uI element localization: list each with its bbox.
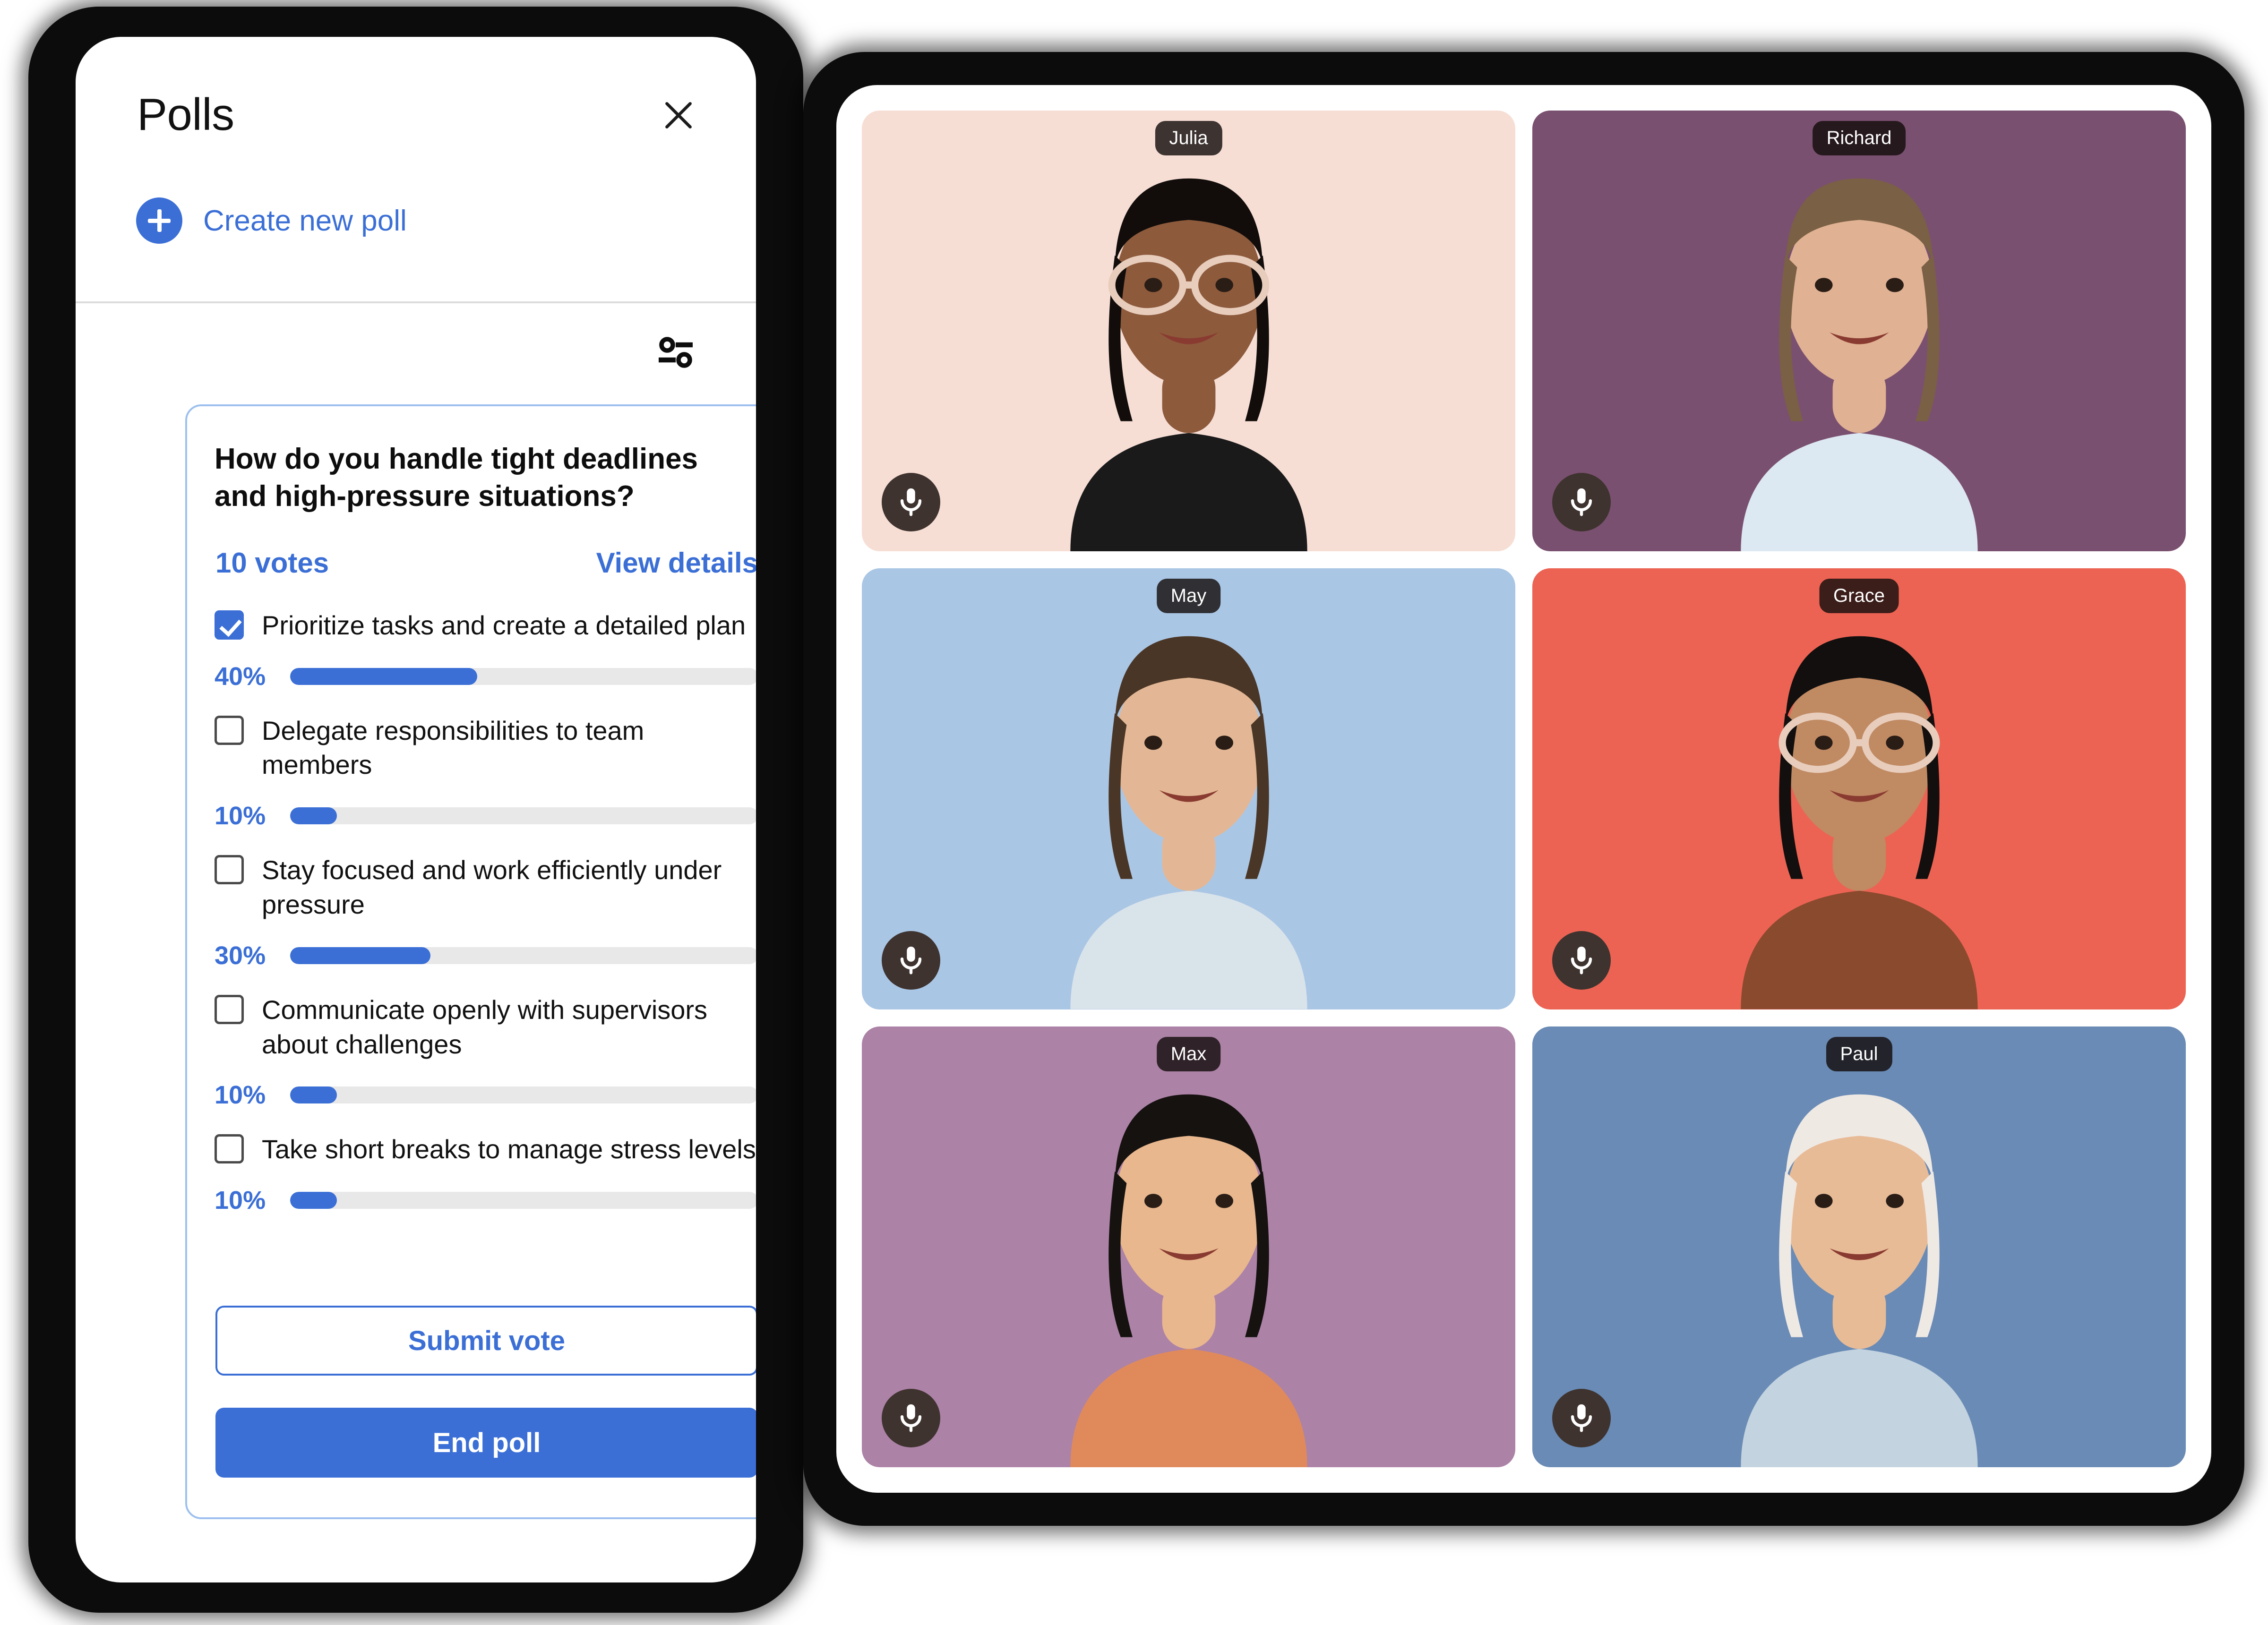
header-divider <box>76 301 756 303</box>
avatar <box>1740 636 1978 1009</box>
progress-fill <box>290 807 337 825</box>
option-result-bar: 30% <box>215 941 756 970</box>
option-checkbox[interactable] <box>215 610 244 640</box>
polls-panel: Polls Create new poll How do you handle … <box>76 37 756 1582</box>
participant-tile[interactable]: Julia <box>862 111 1515 552</box>
participant-grid: Julia Richard May Grace Max Paul <box>862 111 2186 1467</box>
participant-name-badge: Paul <box>1826 1036 1892 1071</box>
poll-option: Take short breaks to manage stress level… <box>215 1110 756 1215</box>
progress-fill <box>290 947 430 964</box>
option-checkbox[interactable] <box>215 715 244 745</box>
filter-sliders-icon <box>659 337 693 368</box>
view-details-link[interactable]: View details <box>596 547 756 579</box>
poll-option: Communicate openly with supervisors abou… <box>215 970 756 1110</box>
progress-fill <box>290 1086 337 1104</box>
submit-vote-button[interactable]: Submit vote <box>215 1306 756 1376</box>
progress-fill <box>290 1192 337 1209</box>
create-new-poll-label: Create new poll <box>203 204 407 237</box>
poll-question: How do you handle tight deadlines and hi… <box>215 443 698 513</box>
right-device-frame: Julia Richard May Grace Max Paul <box>803 52 2244 1526</box>
option-checkbox[interactable] <box>215 994 244 1024</box>
mute-toggle-button[interactable] <box>882 1388 940 1447</box>
mute-toggle-button[interactable] <box>882 931 940 990</box>
microphone-icon <box>1571 946 1592 975</box>
microphone-icon <box>1571 1404 1592 1432</box>
left-device-frame: Polls Create new poll How do you handle … <box>28 7 803 1613</box>
avatar <box>1070 636 1307 1009</box>
poll-option: Prioritize tasks and create a detailed p… <box>215 608 756 691</box>
option-percent: 30% <box>215 941 266 970</box>
option-label: Prioritize tasks and create a detailed p… <box>262 610 746 640</box>
participant-tile[interactable]: Grace <box>1532 568 2186 1009</box>
close-button[interactable] <box>657 94 700 137</box>
microphone-icon <box>900 946 922 975</box>
option-percent: 40% <box>215 662 266 691</box>
option-label: Take short breaks to manage stress level… <box>262 1134 756 1164</box>
progress-track <box>290 807 756 825</box>
poll-options-list: Prioritize tasks and create a detailed p… <box>187 608 756 1215</box>
poll-filter-button[interactable] <box>647 324 704 381</box>
option-result-bar: 10% <box>215 1186 756 1215</box>
progress-fill <box>290 667 477 685</box>
close-icon <box>665 102 692 128</box>
option-percent: 10% <box>215 802 266 830</box>
option-label: Delegate responsibilities to team member… <box>262 715 644 780</box>
participant-name-badge: Julia <box>1155 121 1222 155</box>
microphone-icon <box>900 488 922 516</box>
participant-tile[interactable]: May <box>862 568 1515 1009</box>
poll-meta: 10 votes View details <box>215 547 756 579</box>
participant-name-badge: Max <box>1156 1036 1221 1071</box>
end-poll-button[interactable]: End poll <box>215 1408 756 1478</box>
participant-name-badge: Richard <box>1812 121 1906 155</box>
progress-track <box>290 667 756 685</box>
progress-track <box>290 947 756 964</box>
option-result-bar: 10% <box>215 801 756 830</box>
poll-card: How do you handle tight deadlines and hi… <box>185 404 756 1519</box>
option-checkbox[interactable] <box>215 1134 244 1164</box>
avatar <box>1740 178 1978 552</box>
option-checkbox[interactable] <box>215 855 244 885</box>
option-result-bar: 40% <box>215 662 756 691</box>
poll-option: Stay focused and work efficiently under … <box>215 830 756 970</box>
participant-name-badge: May <box>1156 579 1221 614</box>
poll-option: Delegate responsibilities to team member… <box>215 691 756 831</box>
avatar <box>1740 1094 1978 1467</box>
avatar <box>1070 1094 1307 1467</box>
video-call-panel: Julia Richard May Grace Max Paul <box>836 85 2211 1493</box>
votes-count: 10 votes <box>215 547 329 579</box>
microphone-icon <box>1571 488 1592 516</box>
screenshot-root: Polls Create new poll How do you handle … <box>0 0 2268 1625</box>
polls-header: Polls <box>76 37 756 155</box>
participant-name-badge: Grace <box>1819 579 1899 614</box>
option-percent: 10% <box>215 1186 266 1215</box>
participant-tile[interactable]: Paul <box>1532 1026 2186 1467</box>
mute-toggle-button[interactable] <box>1552 931 1611 990</box>
participant-tile[interactable]: Max <box>862 1026 1515 1467</box>
progress-track <box>290 1086 756 1104</box>
participant-tile[interactable]: Richard <box>1532 111 2186 552</box>
page-title: Polls <box>137 89 234 140</box>
avatar <box>1070 178 1307 552</box>
plus-icon <box>136 197 182 244</box>
microphone-icon <box>900 1404 922 1432</box>
option-result-bar: 10% <box>215 1080 756 1110</box>
create-new-poll-button[interactable]: Create new poll <box>136 197 407 244</box>
mute-toggle-button[interactable] <box>1552 473 1611 532</box>
option-label: Stay focused and work efficiently under … <box>262 855 722 919</box>
option-label: Communicate openly with supervisors abou… <box>262 994 708 1059</box>
option-percent: 10% <box>215 1081 266 1110</box>
mute-toggle-button[interactable] <box>882 473 940 532</box>
progress-track <box>290 1192 756 1209</box>
mute-toggle-button[interactable] <box>1552 1388 1611 1447</box>
